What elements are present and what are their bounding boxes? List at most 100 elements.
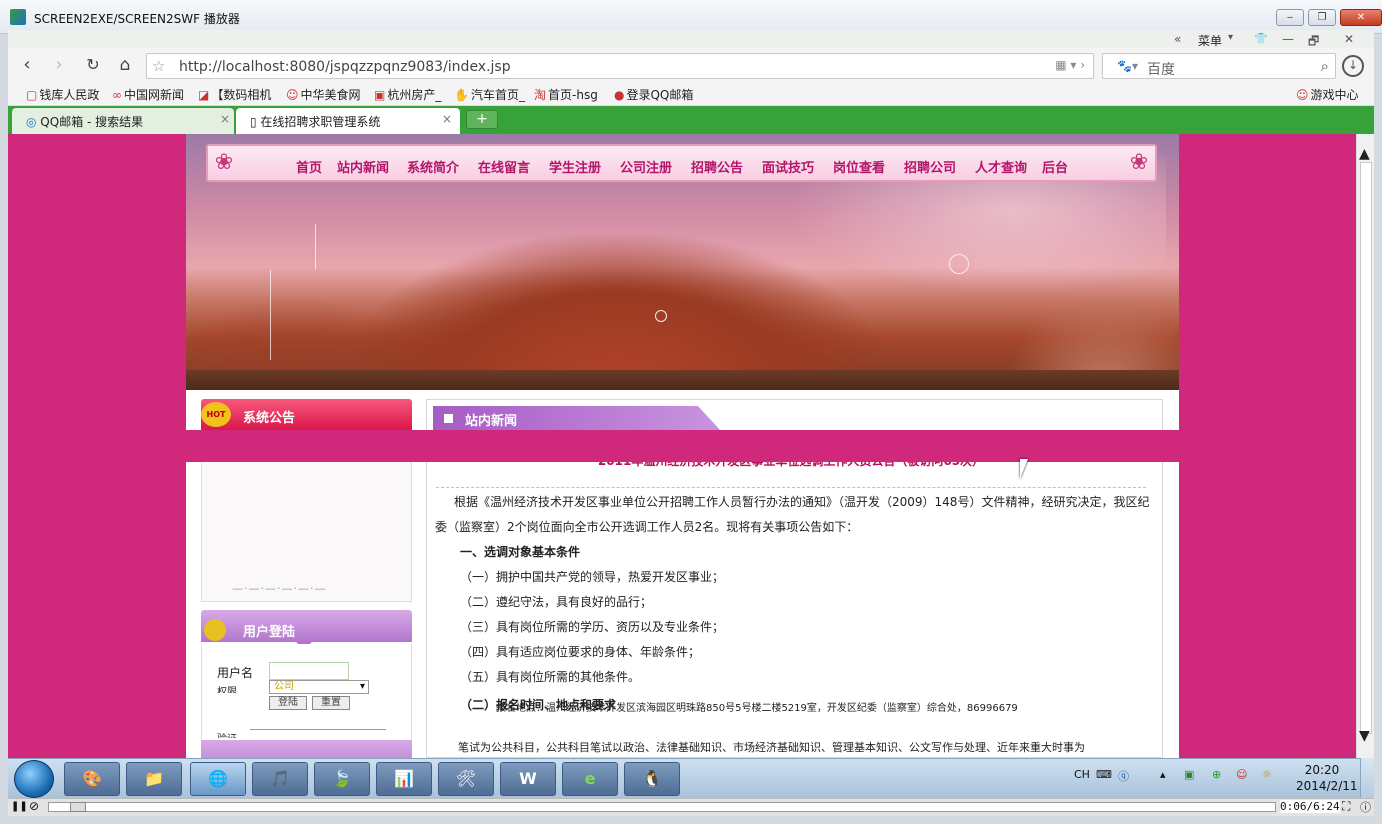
stop-icon[interactable]: ⊘ [29, 799, 39, 813]
collapse-button[interactable]: « [1174, 32, 1181, 46]
back-arrow-icon[interactable]: ‹ [16, 54, 38, 76]
home-icon[interactable]: ⌂ [114, 54, 136, 76]
show-desktop-button[interactable] [1360, 758, 1374, 798]
login-button[interactable]: 登陆 [269, 696, 307, 710]
taskbar-leaf-icon[interactable]: 🍃 [314, 762, 370, 796]
taskbar-tools-icon[interactable]: 🛠 [438, 762, 494, 796]
search-box[interactable]: 🐾▾ 百度 ⌕ [1102, 53, 1336, 79]
article-heading: 一、选调对象基本条件 [460, 545, 581, 559]
tab-recruitment[interactable]: ▯ 在线招聘求职管理系统 [236, 108, 460, 134]
nav-interview-tips[interactable]: 面试技巧 [762, 157, 814, 176]
username-input[interactable] [269, 662, 349, 680]
bookmark-item[interactable]: 淘首页-hsg [534, 86, 598, 103]
refresh-icon[interactable]: ↻ [82, 54, 104, 76]
game-center-link[interactable]: ☺ 游戏中心 [1296, 86, 1359, 103]
address-bar-tools-icon[interactable]: ▦ ▾ › [1055, 58, 1085, 72]
bookmark-item[interactable]: ◪ 【数码相机 [198, 86, 271, 103]
search-engine-icon[interactable]: 🐾▾ [1117, 59, 1138, 73]
scrollbar-thumb[interactable] [1360, 162, 1372, 734]
nav-message[interactable]: 在线留言 [478, 157, 530, 176]
taskbar-paint-icon[interactable]: 🎨 [64, 762, 120, 796]
announcement-header: HOT 系统公告 [201, 399, 412, 430]
nav-talent-search[interactable]: 人才查询 [975, 157, 1027, 176]
help-icon[interactable]: ⓠ [1118, 768, 1129, 784]
bookmark-item[interactable]: ▢ 钱库人民政 [26, 86, 99, 103]
progress-track[interactable] [48, 802, 1276, 812]
bookmark-icon: ∞ [112, 88, 122, 102]
bookmark-item[interactable]: ● 登录QQ邮箱 [614, 86, 693, 103]
menu-caret-icon[interactable]: ▾ [1228, 32, 1233, 43]
taskbar-eclipse-icon[interactable]: e [562, 762, 618, 796]
tray-plus-icon[interactable]: ⊕ [1212, 768, 1221, 781]
taskbar-db-icon[interactable]: 📊 [376, 762, 432, 796]
nav-positions[interactable]: 岗位查看 [833, 157, 885, 176]
skin-icon[interactable]: 👕 [1254, 32, 1268, 45]
menu-button[interactable]: 菜单 [1198, 32, 1222, 49]
nav-job-notice[interactable]: 招聘公告 [691, 157, 743, 176]
taskbar-media-icon[interactable]: 🎵 [252, 762, 308, 796]
fullscreen-icon[interactable]: ⛶ [1342, 799, 1350, 814]
tab-close-icon[interactable]: × [442, 112, 452, 126]
nav-admin[interactable]: 后台 [1042, 157, 1068, 176]
bookmark-icon: ▢ [26, 88, 38, 102]
taskbar-browser-icon[interactable]: 🌐 [190, 762, 246, 796]
role-select[interactable]: 公司 ▾ [269, 680, 369, 694]
info-icon[interactable]: ⓘ [1360, 799, 1371, 815]
taskbar-word-icon[interactable]: W [500, 762, 556, 796]
tab-qqmail[interactable]: ◎ QQ邮箱 - 搜索结果 [12, 108, 234, 134]
favorite-star-icon[interactable]: ☆ [152, 57, 165, 75]
tray-alert-icon[interactable]: ☼ [1262, 768, 1272, 781]
announcement-title: 系统公告 [243, 411, 296, 426]
download-icon[interactable]: ↓ [1342, 55, 1364, 77]
taskbar-explorer-icon[interactable]: 📁 [126, 762, 182, 796]
progress-slider-handle[interactable] [70, 802, 86, 812]
search-icon[interactable]: ⌕ [1321, 57, 1329, 75]
window-titlebar: SCREEN2EXE/SCREEN2SWF 播放器 ‒ ❐ ✕ [0, 0, 1382, 34]
reset-button[interactable]: 重置 [312, 696, 350, 710]
keyboard-icon[interactable]: ⌨ [1096, 768, 1112, 781]
taskbar-qq-icon[interactable]: 🐧 [624, 762, 680, 796]
search-placeholder[interactable]: 百度 [1147, 59, 1175, 79]
bookmark-item[interactable]: ☺ 中华美食网 [286, 86, 361, 103]
bookmark-item[interactable]: ∞ 中国网新闻 [112, 86, 184, 103]
close-window-button[interactable]: ✕ [1340, 9, 1382, 26]
browser-minimize-button[interactable]: — [1282, 32, 1294, 46]
player-time: 0:06/6:24 [1280, 800, 1340, 813]
nav-company-register[interactable]: 公司注册 [620, 157, 672, 176]
page-scrollbar[interactable]: ▲ ▼ [1356, 134, 1374, 758]
page-viewport: ❀ ❀ 首页 站内新闻 系统简介 在线留言 学生注册 公司注册 招聘公告 面试技… [8, 134, 1356, 758]
nav-companies[interactable]: 招聘公司 [904, 157, 956, 176]
pause-icon[interactable]: ❚❚ [11, 801, 28, 812]
banner-light-streak [315, 224, 316, 270]
minimize-button[interactable]: ‒ [1276, 9, 1304, 26]
announcement-scroll-text: —·—·—·—·—·— [232, 582, 327, 595]
tray-app-icon[interactable]: ▣ [1184, 768, 1194, 781]
bookmark-item[interactable]: ✋ 汽车首页_ [454, 86, 525, 103]
tray-qq-icon[interactable]: ☺ [1236, 768, 1247, 781]
nav-home[interactable]: 首页 [296, 157, 322, 176]
tray-expand-icon[interactable]: ▴ [1160, 768, 1166, 781]
bookmark-icon: ✋ [454, 88, 469, 102]
maximize-button[interactable]: ❐ [1308, 9, 1336, 26]
mouse-cursor-icon [1020, 459, 1036, 479]
scroll-down-icon[interactable]: ▼ [1359, 728, 1370, 744]
forward-arrow-icon[interactable]: › [48, 54, 70, 76]
browser-topbar [8, 30, 1374, 48]
article-paragraph: （三）具有岗位所需的学历、资历以及专业条件； [460, 620, 725, 634]
scroll-up-icon[interactable]: ▲ [1359, 146, 1370, 162]
nav-student-register[interactable]: 学生注册 [549, 157, 601, 176]
address-bar-url[interactable]: http://localhost:8080/jspqzzpqnz9083/ind… [179, 59, 511, 75]
tab-close-icon[interactable]: × [220, 112, 230, 126]
captcha-input[interactable] [250, 729, 386, 739]
taskbar-clock[interactable]: 20:20 2014/2/11 [1296, 762, 1358, 794]
browser-close-button[interactable]: ✕ [1344, 32, 1354, 46]
address-bar[interactable]: ☆ http://localhost:8080/jspqzzpqnz9083/i… [146, 53, 1094, 79]
ime-indicator[interactable]: CH [1074, 768, 1090, 781]
new-tab-button[interactable]: + [466, 110, 498, 129]
nav-intro[interactable]: 系统简介 [407, 157, 459, 176]
hot-badge-icon: HOT [201, 402, 231, 427]
start-button[interactable] [14, 760, 54, 798]
bookmark-item[interactable]: ▣ 杭州房产_ [374, 86, 441, 103]
nav-news[interactable]: 站内新闻 [337, 157, 389, 176]
banner-bubble [949, 254, 969, 274]
